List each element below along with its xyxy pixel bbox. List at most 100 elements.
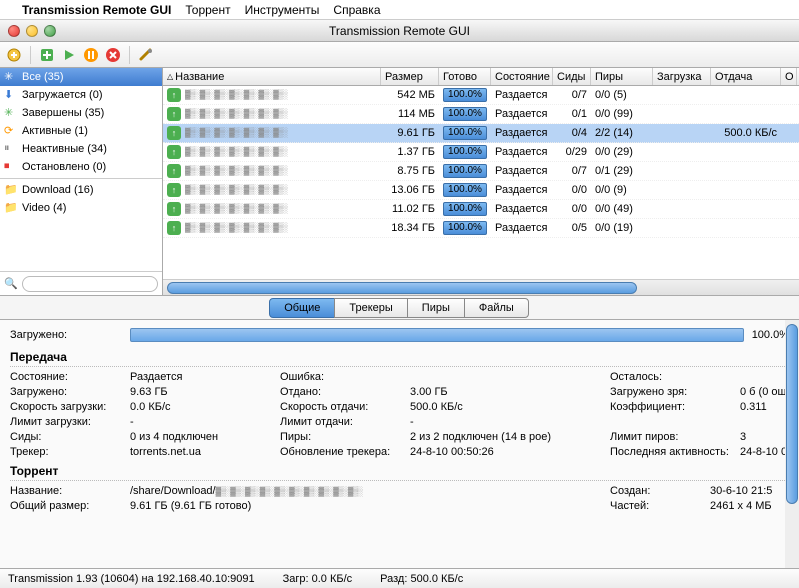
- pause-icon[interactable]: [83, 47, 99, 63]
- horizontal-scrollbar[interactable]: [163, 279, 799, 295]
- seeding-icon: [167, 164, 181, 178]
- torrent-name: ▓▒░▓▒░▓▒░▓▒░▓▒░▓▒░▓▒░: [185, 166, 288, 176]
- table-row[interactable]: ▓▒░▓▒░▓▒░▓▒░▓▒░▓▒░▓▒░ 11.02 ГБ 100.0% Ра…: [163, 200, 799, 219]
- remove-icon[interactable]: [105, 47, 121, 63]
- table-row[interactable]: ▓▒░▓▒░▓▒░▓▒░▓▒░▓▒░▓▒░ 1.37 ГБ 100.0% Раз…: [163, 143, 799, 162]
- tab-peers[interactable]: Пиры: [407, 298, 465, 318]
- error-value: [410, 371, 610, 383]
- sidebar-filter-inactive[interactable]: ⏸Неактивные (34): [0, 140, 162, 158]
- tsize-l: Общий размер:: [10, 500, 130, 512]
- cell-progress: 100.0%: [443, 107, 487, 121]
- search-input[interactable]: [22, 276, 158, 292]
- details-panel: Загружено: 100.0% Передача Состояние:Раз…: [0, 320, 799, 568]
- start-icon[interactable]: [61, 47, 77, 63]
- window-minimize-button[interactable]: [26, 25, 38, 37]
- cell-seeds: 0/1: [553, 108, 591, 120]
- seeds-l: Сиды:: [10, 431, 130, 443]
- cell-state: Раздается: [491, 184, 553, 196]
- cell-peers: 0/0 (99): [591, 108, 653, 120]
- table-row[interactable]: ▓▒░▓▒░▓▒░▓▒░▓▒░▓▒░▓▒░ 18.34 ГБ 100.0% Ра…: [163, 219, 799, 238]
- sidebar-filter-star[interactable]: ✳Все (35): [0, 68, 162, 86]
- add-torrent-icon[interactable]: [39, 47, 55, 63]
- col-download[interactable]: Загрузка: [653, 68, 711, 85]
- cell-state: Раздается: [491, 203, 553, 215]
- sidebar-filter-active[interactable]: ⟳Активные (1): [0, 122, 162, 140]
- downloaded-progress-bar: [130, 328, 744, 342]
- sidebar-filter-stop[interactable]: ⏹Остановлено (0): [0, 158, 162, 176]
- torrent-name: ▓▒░▓▒░▓▒░▓▒░▓▒░▓▒░▓▒░: [185, 185, 288, 195]
- menu-help[interactable]: Справка: [333, 3, 380, 17]
- down-icon: ⬇: [4, 88, 18, 102]
- col-size[interactable]: Размер: [381, 68, 439, 85]
- dllimit-v: -: [130, 416, 280, 428]
- col-done[interactable]: Готово: [439, 68, 491, 85]
- pieces-l: Частей:: [610, 500, 710, 512]
- cell-seeds: 0/4: [553, 127, 591, 139]
- col-name[interactable]: △Название: [163, 68, 381, 85]
- sidebar-folder[interactable]: 📁 Download (16): [0, 181, 162, 199]
- cell-peers: 0/1 (29): [591, 165, 653, 177]
- table-row[interactable]: ▓▒░▓▒░▓▒░▓▒░▓▒░▓▒░▓▒░ 8.75 ГБ 100.0% Раз…: [163, 162, 799, 181]
- cell-size: 11.02 ГБ: [381, 203, 439, 215]
- window-close-button[interactable]: [8, 25, 20, 37]
- sidebar-folder[interactable]: 📁Video (4): [0, 199, 162, 217]
- cell-seeds: 0/5: [553, 222, 591, 234]
- col-extra[interactable]: О: [781, 68, 797, 85]
- seeds-v: 0 из 4 подключен: [130, 431, 280, 443]
- cell-size: 18.34 ГБ: [381, 222, 439, 234]
- menu-torrent[interactable]: Торрент: [185, 3, 230, 17]
- table-row[interactable]: ▓▒░▓▒░▓▒░▓▒░▓▒░▓▒░▓▒░ 9.61 ГБ 100.0% Раз…: [163, 124, 799, 143]
- sidebar-item-label: Download (16): [22, 184, 94, 196]
- folder-icon: 📁: [4, 183, 18, 197]
- star-icon: ✳: [4, 70, 18, 84]
- tab-general[interactable]: Общие: [269, 298, 335, 318]
- col-seeds[interactable]: Сиды: [553, 68, 591, 85]
- created-v: 30-6-10 21:5: [710, 485, 790, 497]
- cell-state: Раздается: [491, 165, 553, 177]
- cell-seeds: 0/7: [553, 165, 591, 177]
- dllimit-l: Лимит загрузки:: [10, 416, 130, 428]
- cell-size: 9.61 ГБ: [381, 127, 439, 139]
- menu-tools[interactable]: Инструменты: [245, 3, 320, 17]
- ulspeed-l: Скорость отдачи:: [280, 401, 410, 413]
- sidebar-filter-check[interactable]: ✳Завершены (35): [0, 104, 162, 122]
- details-vertical-scrollbar[interactable]: [785, 320, 799, 568]
- window-zoom-button[interactable]: [44, 25, 56, 37]
- cell-state: Раздается: [491, 127, 553, 139]
- settings-icon[interactable]: [138, 47, 154, 63]
- cell-peers: 0/0 (9): [591, 184, 653, 196]
- torrent-name: ▓▒░▓▒░▓▒░▓▒░▓▒░▓▒░▓▒░: [185, 109, 288, 119]
- dlspeed-v: 0.0 КБ/с: [130, 401, 280, 413]
- app-menu[interactable]: Transmission Remote GUI: [22, 3, 171, 17]
- col-upload[interactable]: Отдача: [711, 68, 781, 85]
- tab-files[interactable]: Файлы: [464, 298, 529, 318]
- tsize-v: 9.61 ГБ (9.61 ГБ готово): [130, 500, 610, 512]
- col-state[interactable]: Состояние: [491, 68, 553, 85]
- tname-l: Название:: [10, 485, 130, 497]
- torrent-section-head: Торрент: [10, 464, 789, 481]
- transfer-section-head: Передача: [10, 350, 789, 367]
- table-row[interactable]: ▓▒░▓▒░▓▒░▓▒░▓▒░▓▒░▓▒░ 114 МБ 100.0% Разд…: [163, 105, 799, 124]
- tname-v: /share/Download/▓▒░▓▒░▓▒░▓▒░▓▒░▓▒░▓▒░▓▒░…: [130, 485, 610, 497]
- downloaded-percent: 100.0%: [752, 329, 789, 341]
- table-row[interactable]: ▓▒░▓▒░▓▒░▓▒░▓▒░▓▒░▓▒░ 13.06 ГБ 100.0% Ра…: [163, 181, 799, 200]
- sidebar: ✳Все (35)⬇Загружается (0)✳Завершены (35)…: [0, 68, 163, 295]
- ratio-l: Коэффициент:: [610, 401, 740, 413]
- connect-icon[interactable]: [6, 47, 22, 63]
- cell-peers: 2/2 (14): [591, 127, 653, 139]
- seeding-icon: [167, 145, 181, 159]
- torrent-grid[interactable]: ▓▒░▓▒░▓▒░▓▒░▓▒░▓▒░▓▒░ 542 МБ 100.0% Разд…: [163, 86, 799, 279]
- col-peers[interactable]: Пиры: [591, 68, 653, 85]
- table-row[interactable]: ▓▒░▓▒░▓▒░▓▒░▓▒░▓▒░▓▒░ 542 МБ 100.0% Разд…: [163, 86, 799, 105]
- downloaded-v: 9.63 ГБ: [130, 386, 280, 398]
- tab-trackers[interactable]: Трекеры: [334, 298, 407, 318]
- sidebar-item-label: Завершены (35): [22, 107, 104, 119]
- cell-size: 13.06 ГБ: [381, 184, 439, 196]
- sidebar-filter-down[interactable]: ⬇Загружается (0): [0, 86, 162, 104]
- window-titlebar: Transmission Remote GUI: [0, 20, 799, 42]
- cell-progress: 100.0%: [443, 202, 487, 216]
- tracker-v: torrents.net.ua: [130, 446, 280, 458]
- cell-state: Раздается: [491, 146, 553, 158]
- stop-icon: ⏹: [4, 160, 18, 174]
- sidebar-search: 🔍: [0, 271, 162, 295]
